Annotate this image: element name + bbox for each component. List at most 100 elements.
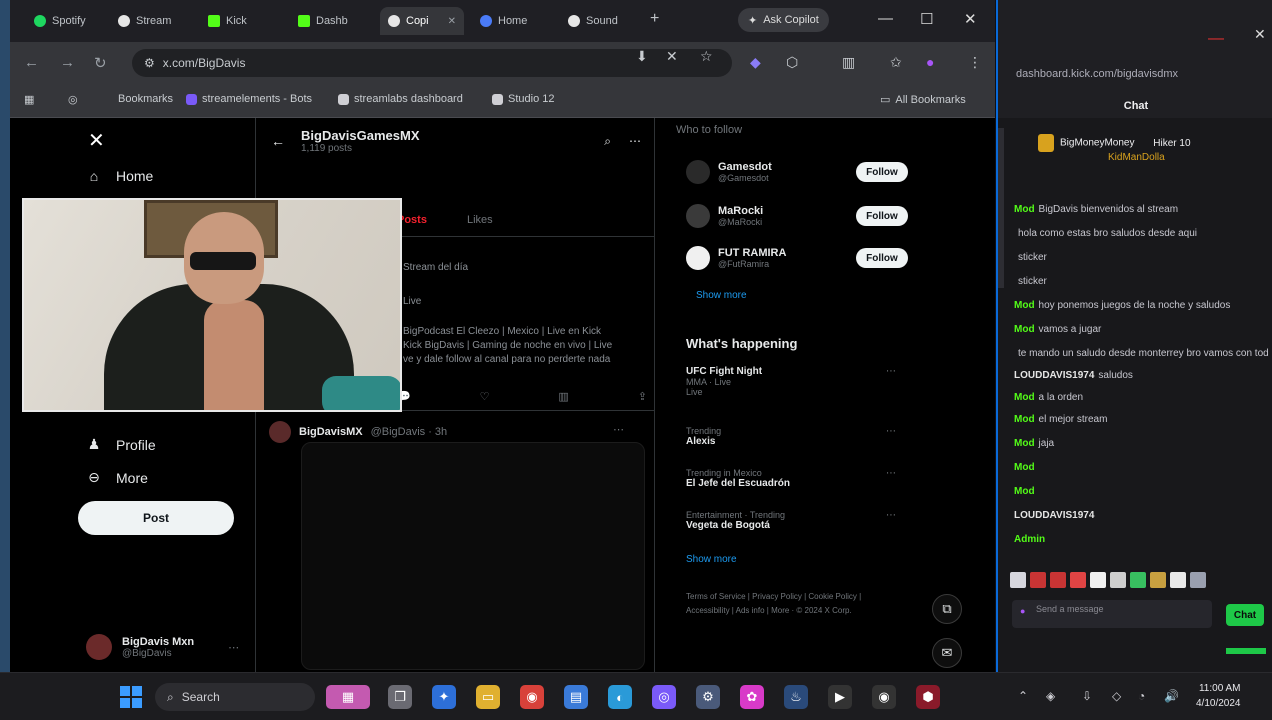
emote[interactable] — [1090, 572, 1106, 588]
media-player-icon[interactable]: ▶ — [828, 685, 852, 709]
emote[interactable] — [1030, 572, 1046, 588]
chat-username[interactable]: Mod — [1014, 462, 1035, 473]
suggestion-1[interactable]: MaRocki @MaRocki Follow — [686, 204, 916, 228]
nav-home[interactable]: ⌂ Home — [86, 168, 154, 184]
network-icon[interactable]: ◔ — [1138, 689, 1145, 703]
emote[interactable] — [1010, 572, 1026, 588]
tab-6[interactable]: Sound — [560, 7, 644, 35]
close-tab-icon[interactable]: ✕ — [448, 16, 456, 27]
views-icon[interactable]: ▥ — [558, 390, 568, 403]
copilot-button[interactable]: ✦ Ask Copilot — [738, 8, 829, 32]
tab-0[interactable]: Spotify — [26, 7, 110, 35]
emote[interactable] — [1110, 572, 1126, 588]
file-explorer-icon[interactable]: ▭ — [476, 685, 500, 709]
taskbar-search[interactable]: ⌕ Search — [155, 683, 315, 711]
chat-input[interactable]: ● Send a message — [1012, 600, 1212, 628]
post-button[interactable]: Post — [78, 501, 234, 535]
tab-3[interactable]: Dashb — [290, 7, 374, 35]
tab-1[interactable]: Stream — [110, 7, 194, 35]
edge-icon[interactable]: ◐ — [608, 685, 632, 709]
close-window-icon[interactable]: ✕ — [1254, 26, 1266, 43]
nav-profile[interactable]: ♟ Profile — [86, 436, 156, 453]
start-button[interactable] — [120, 686, 142, 708]
site-info-icon[interactable]: ⚙ — [144, 56, 155, 70]
more-dots-icon[interactable]: ⋯ — [613, 423, 624, 436]
trend-item[interactable]: Entertainment · Trending Vegeta de Bogot… — [686, 510, 896, 531]
back-icon[interactable]: ← — [24, 54, 39, 71]
chat-username[interactable]: Mod — [1014, 438, 1035, 449]
widgets-icon[interactable]: ▦ — [326, 685, 370, 709]
account-switcher[interactable]: BigDavis Mxn @BigDavis ⋯ — [86, 634, 239, 660]
suggestion-2[interactable]: FUT RAMIRA @FutRamira Follow — [686, 246, 916, 270]
back-arrow-icon[interactable]: ← — [271, 133, 285, 149]
menu-icon[interactable]: ⋮ — [968, 54, 982, 71]
taskbar-clock[interactable]: 11:00 AM 4/10/2024 — [1196, 681, 1241, 711]
messages-icon[interactable]: ✉ — [932, 638, 962, 668]
search-icon[interactable]: ⌕ — [604, 134, 611, 149]
chat-username[interactable]: LOUDDAVIS1974 — [1014, 370, 1094, 381]
tray-app-icon[interactable]: ◇ — [1112, 689, 1121, 703]
bookmark-1[interactable]: streamelements - Bots — [186, 93, 312, 105]
show-more-link[interactable]: Show more — [696, 290, 747, 301]
steam-icon[interactable]: ♨ — [784, 685, 808, 709]
teams-icon[interactable]: ✦ — [432, 685, 456, 709]
tab-5[interactable]: Home — [472, 7, 556, 35]
chat-username[interactable]: Mod — [1014, 486, 1035, 497]
x-logo-icon[interactable]: ✕ — [88, 128, 105, 153]
share-icon[interactable]: ⇪ — [638, 390, 647, 403]
tab-4-active[interactable]: Copi ✕ — [380, 7, 464, 35]
suggestion-0[interactable]: Gamesdot @Gamesdot Follow — [686, 160, 916, 184]
tab-likes[interactable]: Likes — [467, 214, 493, 226]
chevron-up-icon[interactable]: ⌃ — [1018, 689, 1028, 703]
app-icon[interactable]: ✿ — [740, 685, 764, 709]
trend-item[interactable]: Trending in Mexico El Jefe del Escuadrón… — [686, 468, 896, 489]
emote[interactable] — [1190, 572, 1206, 588]
all-bookmarks[interactable]: ▭ All Bookmarks — [880, 93, 966, 107]
bookmark-3[interactable]: Studio 12 — [492, 93, 554, 105]
trend-item[interactable]: UFC Fight Night MMA · Live Live ⋯ — [686, 366, 896, 397]
more-dots-icon[interactable]: ⋯ — [886, 510, 896, 521]
star-bookmark-icon[interactable]: ☆ — [700, 48, 713, 65]
profile-avatar-icon[interactable]: ● — [926, 54, 934, 70]
app-icon[interactable]: ◎ — [652, 685, 676, 709]
store-icon[interactable]: ▤ — [564, 685, 588, 709]
grok-icon[interactable]: ⧉ — [932, 594, 962, 624]
new-tab-icon[interactable]: + — [650, 10, 659, 28]
chat-username[interactable]: LOUDDAVIS1974 — [1014, 510, 1094, 521]
tab-2[interactable]: Kick — [200, 7, 284, 35]
more-dots-icon[interactable]: ⋯ — [886, 366, 896, 377]
chat-send-button[interactable]: Chat — [1226, 604, 1264, 626]
extension-icon[interactable]: ◆ — [750, 54, 761, 71]
chat-username[interactable]: Mod — [1014, 324, 1035, 335]
more-dots-icon[interactable]: ⋯ — [886, 468, 896, 479]
obs-icon[interactable]: ◉ — [872, 685, 896, 709]
tweet-media[interactable] — [301, 442, 645, 670]
emote[interactable] — [1170, 572, 1186, 588]
chat-scrollbar[interactable] — [998, 128, 1004, 288]
close-window-icon[interactable]: ✕ — [964, 10, 977, 28]
settings-gear-icon[interactable]: ⚙ — [696, 685, 720, 709]
trend-item[interactable]: Trending Alexis ⋯ — [686, 426, 896, 447]
follow-button[interactable]: Follow — [856, 248, 908, 268]
forward-icon[interactable]: → — [60, 54, 75, 71]
favorites-icon[interactable]: ✩ — [890, 54, 902, 71]
chat-username[interactable]: Mod — [1014, 414, 1035, 425]
emote[interactable] — [1130, 572, 1146, 588]
chat-username[interactable]: Admin — [1014, 534, 1045, 545]
reload-icon[interactable]: ↻ — [94, 54, 107, 72]
popout-close-icon[interactable]: — — [1208, 30, 1224, 48]
history-icon[interactable]: ◎ — [68, 93, 78, 106]
chat-username[interactable]: Mod — [1014, 392, 1035, 403]
bookmark-2[interactable]: streamlabs dashboard — [338, 93, 463, 105]
chat-username[interactable]: Mod — [1014, 204, 1035, 215]
more-icon[interactable]: ⋯ — [629, 134, 641, 149]
emote[interactable] — [1050, 572, 1066, 588]
extensions-puzzle-icon[interactable]: ⬡ — [786, 54, 798, 71]
more-dots-icon[interactable]: ⋯ — [886, 426, 896, 437]
like-icon[interactable]: ♡ — [480, 390, 490, 403]
bookmark-0[interactable]: Bookmarks — [118, 93, 173, 105]
split-screen-icon[interactable]: ▥ — [842, 54, 855, 71]
nav-more[interactable]: ⊖ More — [86, 469, 148, 486]
tray-app-icon[interactable]: ◈ — [1046, 689, 1055, 703]
follow-button[interactable]: Follow — [856, 206, 908, 226]
